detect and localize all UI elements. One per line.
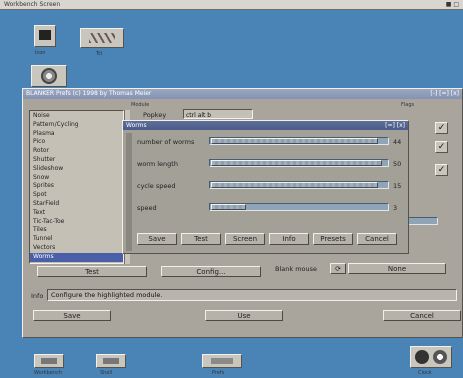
config-button[interactable]: Config...	[161, 266, 261, 277]
module-list[interactable]: Noise Pattern/Cycling Plasma Pico Rotor Shutt…	[29, 110, 124, 264]
module-list-item[interactable]: Tunnel	[30, 235, 123, 244]
slider-knob[interactable]	[211, 160, 382, 166]
module-list-item[interactable]: Sprites	[30, 182, 123, 191]
info-label: Info	[31, 292, 44, 300]
module-list-item[interactable]: Vectors	[30, 244, 123, 253]
module-list-item[interactable]: Rotor	[30, 147, 123, 156]
prefs-window-gadgets[interactable]: [-] [=] [x]	[430, 89, 459, 99]
taskbar-label-clock: Clock	[418, 370, 432, 376]
drawer-icon-label: Icon	[35, 50, 46, 56]
module-list-item[interactable]: Noise	[30, 112, 123, 121]
module-list-item[interactable]: Text	[30, 209, 123, 218]
tools-icon[interactable]	[80, 28, 124, 48]
module-list-item[interactable]: Slideshow	[30, 165, 123, 174]
use-button[interactable]: Use	[205, 310, 283, 321]
tools-icon-label: Tcl	[96, 51, 103, 57]
prefs-window-titlebar[interactable]: BLANKER Prefs (c) 1998 by Thomas Meier […	[23, 89, 462, 99]
module-list-item[interactable]: Plasma	[30, 130, 123, 139]
slider-value: 50	[393, 160, 402, 168]
taskbar-label-shell: Shell	[100, 370, 113, 376]
taskbar-label-workbench: Workbench	[34, 370, 62, 376]
slider-value: 3	[393, 204, 398, 212]
module-group-label: Module	[131, 102, 150, 108]
slider-label: worm length	[137, 160, 178, 168]
blank-mouse-value[interactable]: None	[348, 263, 446, 274]
cancel-button[interactable]: Cancel	[383, 310, 461, 321]
dialog-screen-button[interactable]: Screen	[225, 233, 265, 245]
screen-titlebar: Workbench Screen ■ □	[0, 0, 463, 10]
slider-value: 44	[393, 138, 402, 146]
taskbar-item-shell[interactable]	[96, 354, 126, 368]
module-list-item[interactable]: Snow	[30, 174, 123, 183]
worms-dialog-titlebar[interactable]: Worms [=] [x]	[123, 121, 408, 130]
dialog-cancel-button[interactable]: Cancel	[357, 233, 397, 245]
dialog-test-button[interactable]: Test	[181, 233, 221, 245]
module-list-item[interactable]: Pico	[30, 138, 123, 147]
worms-dialog-gadgets[interactable]: [=] [x]	[385, 121, 405, 131]
module-list-item[interactable]: Shutter	[30, 156, 123, 165]
worms-dialog-title: Worms	[126, 122, 147, 129]
slider-label: speed	[137, 204, 157, 212]
taskbar-item-prefs[interactable]	[202, 354, 242, 368]
popkey-field[interactable]: ctrl alt b	[183, 109, 253, 119]
taskbar-item-clock[interactable]	[410, 346, 452, 368]
taskbar-item-workbench[interactable]	[34, 354, 64, 368]
slider-label: cycle speed	[137, 182, 176, 190]
drawer-icon[interactable]	[34, 25, 56, 47]
test-button[interactable]: Test	[37, 266, 147, 277]
flags-group-label: Flags	[401, 102, 415, 108]
taskbar-label-prefs: Prefs	[212, 370, 225, 376]
worms-dialog: Worms [=] [x] number of worms 44 worm leng…	[122, 120, 409, 254]
disk-icon[interactable]	[31, 65, 67, 87]
prefs-window-title: BLANKER Prefs (c) 1998 by Thomas Meier	[26, 90, 152, 97]
slider-knob[interactable]	[211, 138, 378, 144]
screen-title: Workbench Screen	[4, 1, 61, 8]
module-list-item[interactable]: Tic-Tac-Toe	[30, 218, 123, 227]
flag-checkbox-1[interactable]: ✓	[435, 122, 448, 134]
slider-knob[interactable]	[211, 182, 378, 188]
slider-value: 15	[393, 182, 402, 190]
slider-label: number of worms	[137, 138, 195, 146]
info-text: Configure the highlighted module.	[51, 291, 163, 299]
module-list-item[interactable]: Worms	[30, 252, 123, 262]
blank-mouse-cycle-button[interactable]: ⟳	[330, 263, 346, 274]
dialog-info-button[interactable]: Info	[269, 233, 309, 245]
module-list-item[interactable]: Spot	[30, 191, 123, 200]
popkey-value: ctrl alt b	[186, 112, 212, 119]
module-list-item[interactable]: Pattern/Cycling	[30, 121, 123, 130]
flag-checkbox-3[interactable]: ✓	[435, 164, 448, 176]
popkey-label: Popkey	[143, 111, 167, 119]
dialog-save-button[interactable]: Save	[137, 233, 177, 245]
blank-mouse-label: Blank mouse	[275, 265, 318, 273]
slider-knob[interactable]	[211, 204, 246, 210]
info-text-field: Configure the highlighted module.	[47, 289, 457, 301]
module-list-item[interactable]: StarField	[30, 200, 123, 209]
worms-dialog-left-edge	[126, 133, 132, 251]
screen-depth-gadget[interactable]: ■ □	[446, 1, 459, 8]
module-list-item[interactable]: Tiles	[30, 226, 123, 235]
flag-checkbox-2[interactable]: ✓	[435, 141, 448, 153]
save-button[interactable]: Save	[33, 310, 111, 321]
dialog-presets-button[interactable]: Presets	[313, 233, 353, 245]
